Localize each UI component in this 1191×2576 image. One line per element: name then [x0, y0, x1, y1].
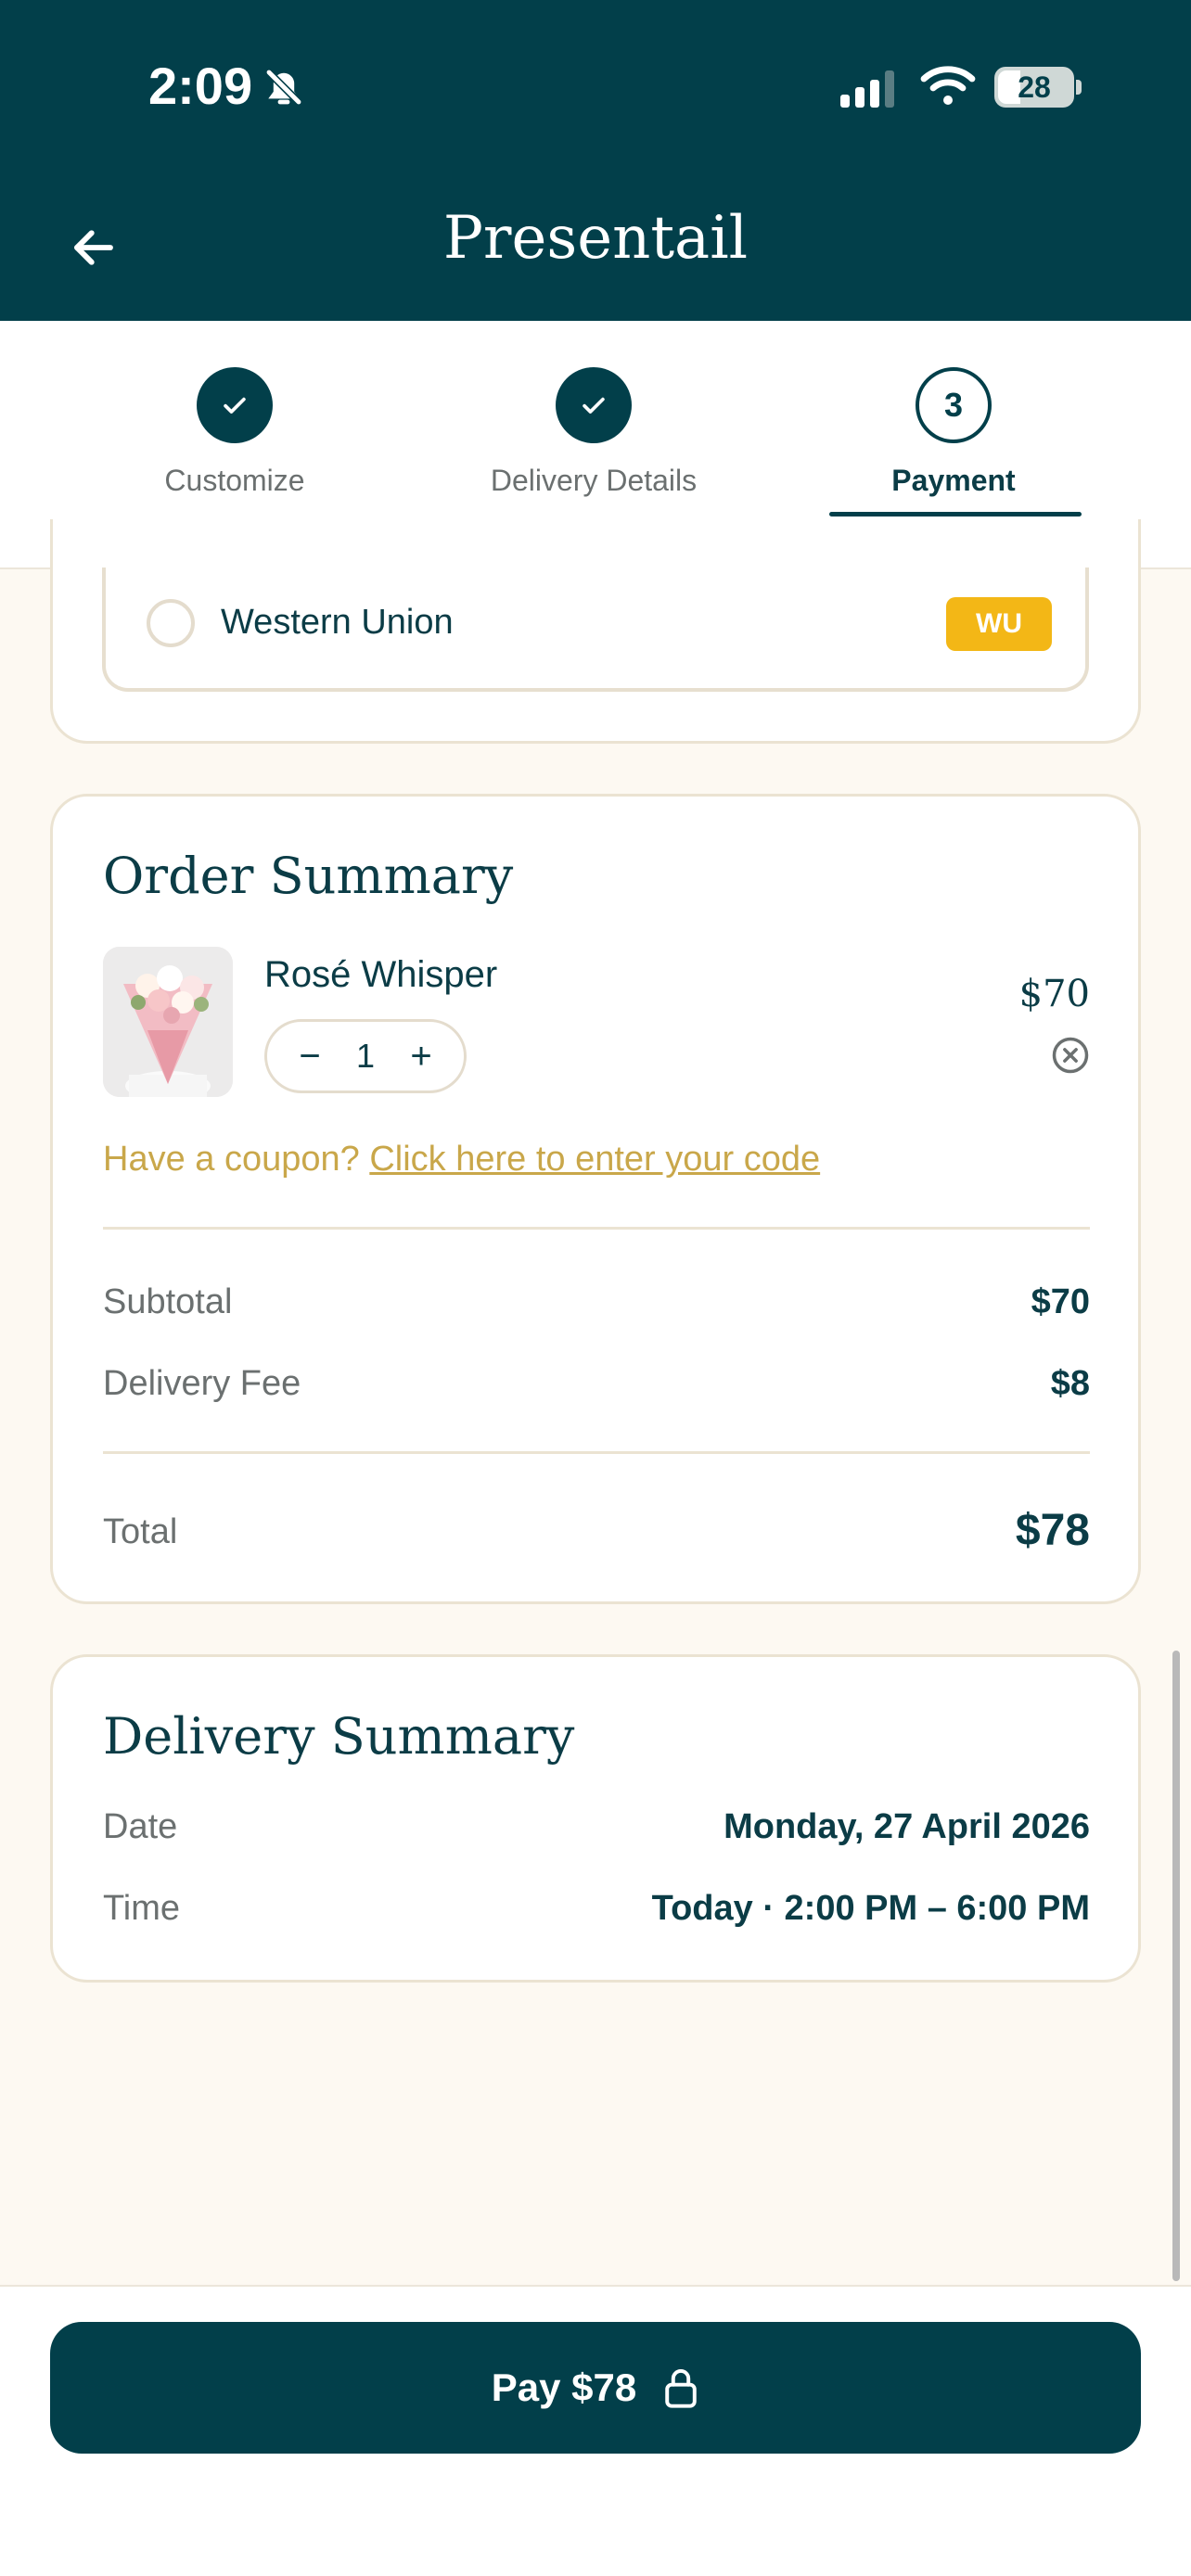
- scrollbar[interactable]: [1172, 1651, 1180, 2281]
- subtotal-label: Subtotal: [103, 1282, 233, 1321]
- date-value: Monday, 27 April 2026: [724, 1807, 1090, 1846]
- western-union-badge: WU: [946, 597, 1052, 651]
- decrease-quantity-button[interactable]: −: [293, 1036, 327, 1078]
- step-label: Delivery Details: [490, 464, 698, 497]
- delivery-fee-label: Delivery Fee: [103, 1364, 301, 1403]
- coupon-question: Have a coupon?: [103, 1140, 360, 1179]
- step-label: Payment: [891, 464, 1016, 497]
- quantity-value: 1: [355, 1037, 376, 1075]
- bottom-action-bar: Pay $78: [0, 2285, 1191, 2576]
- quantity-stepper: − 1 +: [264, 1019, 467, 1093]
- radio-button[interactable]: [147, 599, 195, 647]
- delivery-summary-title: Delivery Summary: [103, 1707, 575, 1766]
- subtotal-value: $70: [1031, 1282, 1090, 1321]
- total-value: $78: [1015, 1506, 1090, 1555]
- step-label: Customize: [164, 464, 305, 497]
- delivery-summary-card: Delivery Summary Date Monday, 27 April 2…: [50, 1654, 1141, 1983]
- pay-button[interactable]: Pay $78: [50, 2322, 1141, 2454]
- remove-item-icon[interactable]: [1051, 1036, 1090, 1075]
- coupon-link[interactable]: Click here to enter your code: [369, 1140, 820, 1179]
- delivery-fee-value: $8: [1050, 1364, 1090, 1403]
- product-price: $70: [1018, 973, 1090, 1015]
- step-delivery-details[interactable]: Delivery Details: [445, 367, 742, 498]
- check-icon: [224, 397, 246, 414]
- app-title: Presentail: [442, 204, 749, 273]
- wifi-icon: [920, 66, 976, 105]
- date-label: Date: [103, 1807, 178, 1846]
- product-name: Rosé Whisper: [264, 954, 498, 995]
- pay-button-label: Pay $78: [491, 2366, 637, 2409]
- active-step-underline: [829, 512, 1082, 516]
- time-label: Time: [103, 1889, 181, 1928]
- step-complete-indicator: [197, 367, 273, 443]
- coupon-prompt: Have a coupon? Click here to enter your …: [103, 1140, 820, 1180]
- lock-icon: [665, 2369, 697, 2408]
- payment-option-western-union[interactable]: Western Union WU: [102, 567, 1089, 692]
- order-summary-card: Order Summary Rosé Whisper − 1 + $70 Hav…: [50, 794, 1141, 1604]
- total-label: Total: [103, 1512, 178, 1551]
- app-header: 2:09 28 Presentail: [0, 0, 1191, 321]
- signal-icon: [840, 70, 894, 108]
- increase-quantity-button[interactable]: +: [404, 1036, 438, 1078]
- bouquet-image: [103, 947, 233, 1097]
- divider: [103, 1451, 1090, 1454]
- divider: [103, 1227, 1090, 1230]
- step-number: 3: [916, 367, 992, 443]
- check-icon: [583, 397, 605, 414]
- product-image: [103, 947, 233, 1097]
- battery-indicator: 28: [994, 67, 1074, 108]
- step-payment[interactable]: 3 Payment: [805, 367, 1102, 498]
- bell-muted-icon: [265, 69, 302, 106]
- battery-nub: [1076, 80, 1082, 95]
- status-time: 2:09: [148, 57, 253, 115]
- step-complete-indicator: [556, 367, 632, 443]
- order-summary-title: Order Summary: [103, 847, 514, 905]
- step-customize[interactable]: Customize: [86, 367, 383, 498]
- time-value: Today · 2:00 PM – 6:00 PM: [651, 1889, 1090, 1928]
- payment-option-label: Western Union: [221, 603, 454, 642]
